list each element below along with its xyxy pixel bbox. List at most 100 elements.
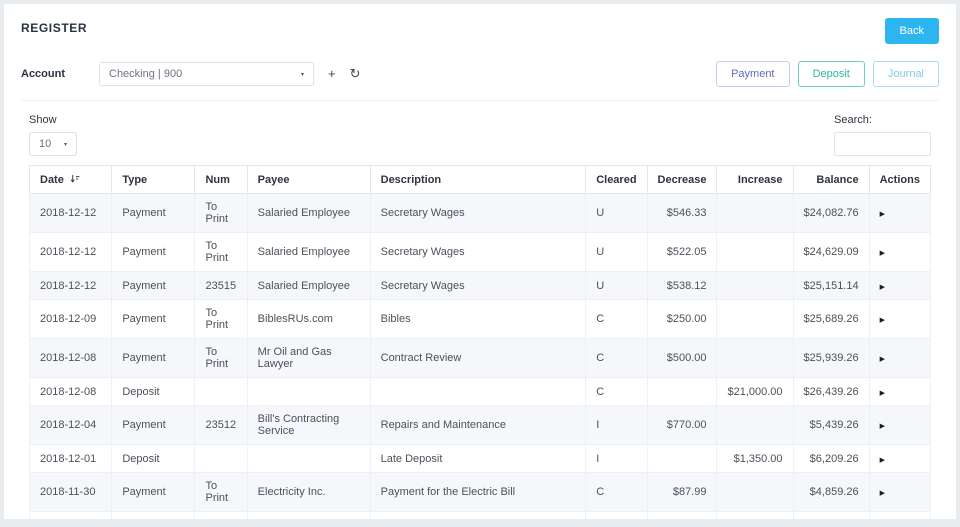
row-expand-button[interactable]: ▶ <box>880 317 885 324</box>
cell-increase <box>716 271 794 300</box>
cell-increase <box>716 405 794 445</box>
account-select[interactable]: Checking | 900 ▾ <box>99 62 314 86</box>
cell-payee: Mr Oil and Gas Lawyer <box>246 338 371 378</box>
add-account-button[interactable]: + <box>328 62 336 86</box>
cell-description: Secretary Wages <box>369 271 587 300</box>
cell-actions: ▶ <box>868 444 932 473</box>
table-row: 2018-12-04 Payment 23512 Bill's Contracting… <box>28 405 932 445</box>
cell-payee: Bill's Contracting Service <box>246 405 371 445</box>
cell-description: Secretary Wages <box>369 193 587 233</box>
cell-date: 2018-11-29 <box>28 511 113 519</box>
cell-decrease: $500.00 <box>646 338 718 378</box>
cell-actions: ▶ <box>868 472 932 512</box>
row-expand-button[interactable]: ▶ <box>880 284 885 291</box>
cell-decrease: $87.99 <box>646 472 718 512</box>
account-label: Account <box>21 68 65 80</box>
page-size-select[interactable]: 10 ▾ <box>29 132 77 156</box>
table-row: 2018-12-09 Payment To Print BiblesRUs.com Bi… <box>28 299 932 339</box>
refresh-icon: ↻ <box>349 66 361 81</box>
cell-payee <box>246 377 371 406</box>
cell-cleared: I <box>585 405 648 445</box>
deposit-button[interactable]: Deposit <box>797 61 865 87</box>
cell-type: Deposit <box>111 377 196 406</box>
cell-type: Payment <box>111 338 196 378</box>
cell-increase <box>716 299 794 339</box>
cell-num <box>194 444 248 473</box>
cell-increase: $1,350.00 <box>716 444 794 473</box>
column-header-balance[interactable]: Balance <box>792 165 870 194</box>
cell-description: Bibles <box>369 299 587 339</box>
cell-type: Payment <box>111 193 196 233</box>
table-header-row: Date Type Num Payee Description Cleared Decrea… <box>28 165 932 194</box>
cell-date: 2018-12-01 <box>28 444 113 473</box>
cell-balance: $24,629.09 <box>792 232 870 272</box>
cell-cleared: C <box>585 472 648 512</box>
table-row: 2018-12-12 Payment 23515 Salaried Employee S… <box>28 271 932 300</box>
search-input[interactable] <box>834 132 931 156</box>
cell-balance: $5,439.26 <box>792 405 870 445</box>
cell-num: To Print <box>194 338 248 378</box>
row-expand-button[interactable]: ▶ <box>880 390 885 397</box>
cell-increase <box>716 193 794 233</box>
table-row: 2018-11-29PaymentbillpayAT&TdescriptionI… <box>28 511 932 519</box>
search-label: Search: <box>834 114 872 126</box>
account-selected-value: Checking | 900 <box>109 68 183 80</box>
cell-num: billpay <box>194 511 248 519</box>
cell-actions: ▶ <box>868 377 932 406</box>
column-header-cleared[interactable]: Cleared <box>585 165 648 194</box>
cell-decrease: $538.12 <box>646 271 718 300</box>
row-expand-button[interactable]: ▶ <box>880 211 885 218</box>
refresh-button[interactable]: ↻ <box>350 62 361 86</box>
row-expand-button[interactable]: ▶ <box>880 356 885 363</box>
back-button[interactable]: Back <box>884 18 939 44</box>
cell-increase <box>716 338 794 378</box>
row-expand-button[interactable]: ▶ <box>880 423 885 430</box>
table-row: 2018-12-08 Deposit C $21,000.00 $26,439.26 ▶ <box>28 377 932 406</box>
cell-type: Payment <box>111 232 196 272</box>
column-header-type[interactable]: Type <box>111 165 196 194</box>
column-header-payee[interactable]: Payee <box>246 165 371 194</box>
row-expand-button[interactable]: ▶ <box>880 250 885 257</box>
cell-decrease: $522.05 <box>646 232 718 272</box>
cell-description: Secretary Wages <box>369 232 587 272</box>
cell-date: 2018-12-12 <box>28 271 113 300</box>
cell-num: To Print <box>194 232 248 272</box>
journal-button[interactable]: Journal <box>872 61 939 87</box>
cell-type: Payment <box>111 472 196 512</box>
cell-description: Contract Review <box>369 338 587 378</box>
page-title: REGISTER <box>21 21 88 35</box>
cell-date: 2018-12-08 <box>28 377 113 406</box>
cell-date: 2018-12-08 <box>28 338 113 378</box>
cell-balance: $26,439.26 <box>792 377 870 406</box>
table-row: 2018-12-01 Deposit Late Deposit I $1,350.00 $… <box>28 444 932 473</box>
table-row: 2018-11-30 Payment To Print Electricity Inc… <box>28 472 932 512</box>
column-header-description[interactable]: Description <box>369 165 587 194</box>
cell-cleared: I <box>585 511 648 519</box>
cell-cleared: U <box>585 271 648 300</box>
column-header-actions[interactable]: Actions <box>868 165 932 194</box>
table-row: 2018-12-12 Payment To Print Salaried Employ… <box>28 193 932 233</box>
chevron-down-icon: ▾ <box>63 141 67 148</box>
column-header-num[interactable]: Num <box>194 165 248 194</box>
cell-decrease: $546.33 <box>646 193 718 233</box>
row-expand-button[interactable]: ▶ <box>880 457 885 464</box>
register-table: Date Type Num Payee Description Cleared Decrea… <box>28 165 932 519</box>
page-size-value: 10 <box>39 138 52 150</box>
cell-date: 2018-12-12 <box>28 232 113 272</box>
cell-payee: Salaried Employee <box>246 193 371 233</box>
cell-description: description <box>369 511 587 519</box>
cell-cleared: U <box>585 232 648 272</box>
column-header-decrease[interactable]: Decrease <box>646 165 718 194</box>
cell-actions: ▶ <box>868 338 932 378</box>
cell-payee <box>246 444 371 473</box>
payment-button[interactable]: Payment <box>716 61 790 87</box>
cell-balance: $6,209.26 <box>792 444 870 473</box>
cell-payee: AT&T <box>246 511 371 519</box>
cell-balance: $25,939.26 <box>792 338 870 378</box>
table-row: 2018-12-08 Payment To Print Mr Oil and Gas … <box>28 338 932 378</box>
row-expand-button[interactable]: ▶ <box>880 490 885 497</box>
column-header-date[interactable]: Date <box>28 165 113 194</box>
cell-balance: $4,947.25 <box>792 511 870 519</box>
cell-decrease: $415.00 <box>646 511 718 519</box>
column-header-increase[interactable]: Increase <box>716 165 794 194</box>
